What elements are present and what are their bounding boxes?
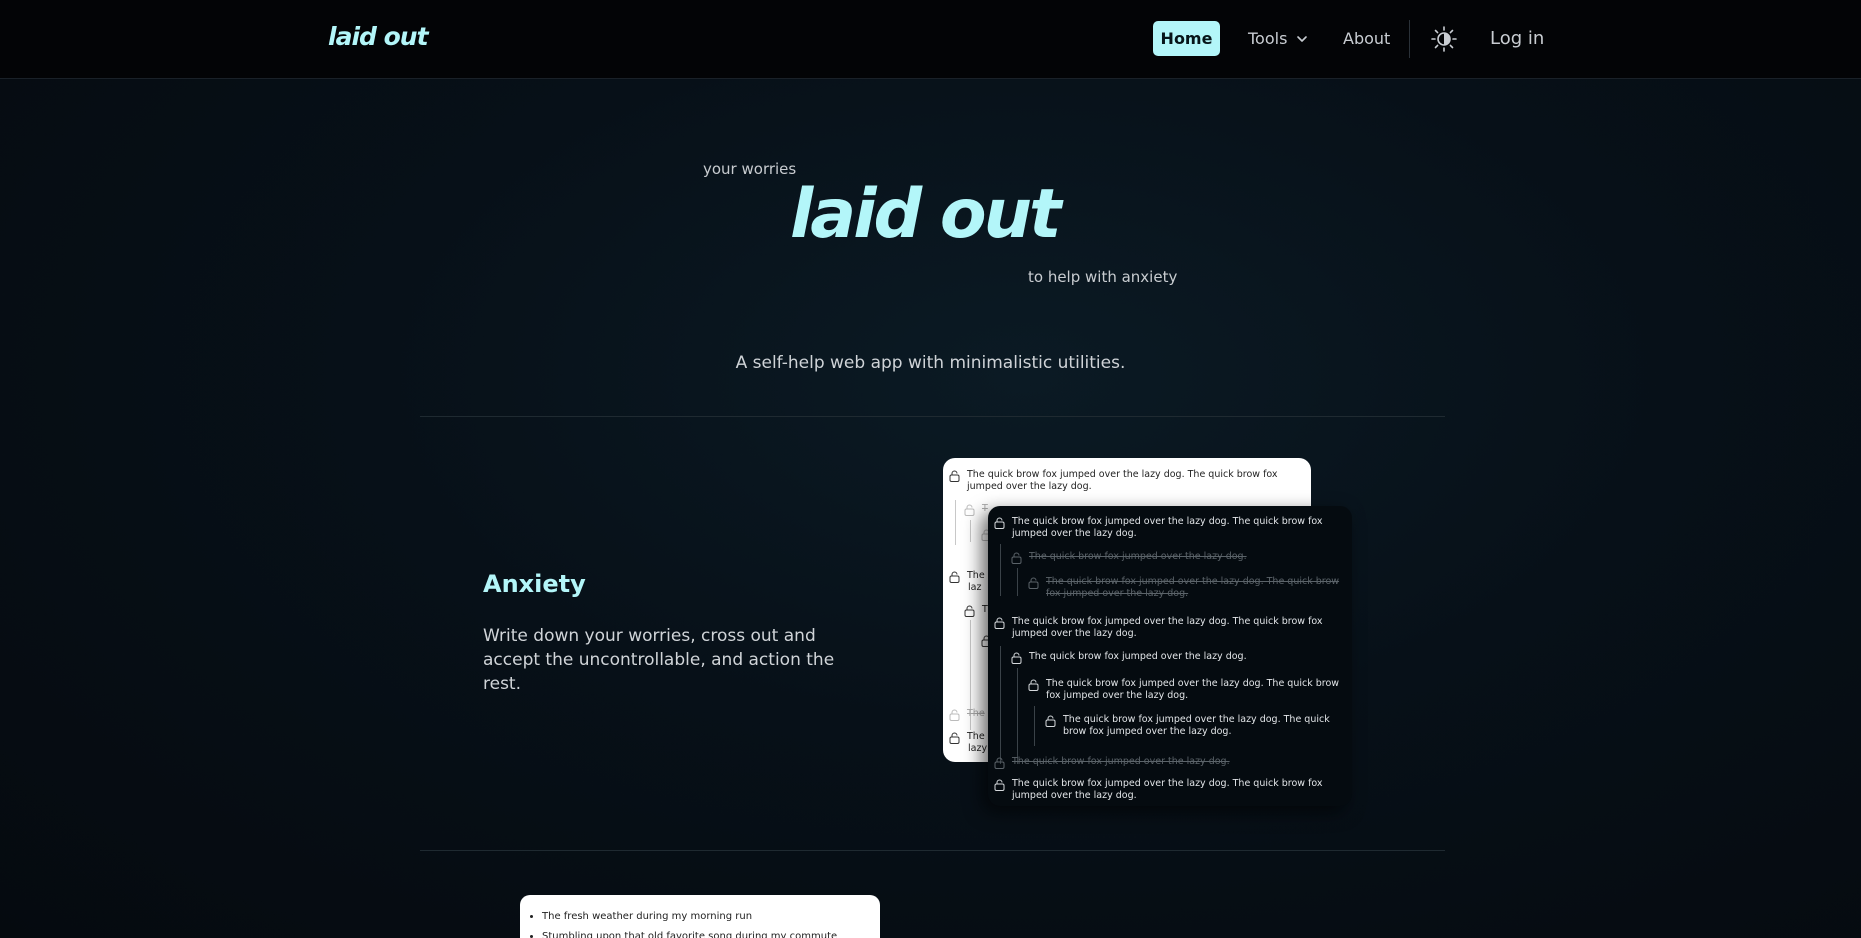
list-item: laz bbox=[968, 582, 982, 593]
section-divider bbox=[420, 416, 1445, 417]
lock-icon bbox=[949, 709, 960, 721]
thread-line bbox=[955, 500, 956, 545]
lock-icon bbox=[1045, 715, 1056, 727]
list-item: The quick brow fox jumped over the lazy … bbox=[1028, 576, 1342, 600]
lock-icon bbox=[949, 470, 960, 482]
mockup-gratitude-card: The fresh weather during my morning run … bbox=[520, 895, 880, 938]
list-item: The quick brow fox jumped over the lazy … bbox=[1011, 651, 1247, 664]
gratitude-list: The fresh weather during my morning run … bbox=[542, 907, 858, 938]
hero-tagline-bottom: to help with anxiety bbox=[1028, 268, 1178, 286]
top-navbar: laid out Home Tools About Log in bbox=[0, 0, 1861, 79]
lock-icon bbox=[994, 517, 1005, 529]
section-divider bbox=[420, 850, 1445, 851]
list-item: T bbox=[964, 604, 988, 617]
login-link[interactable]: Log in bbox=[1490, 21, 1544, 56]
lock-icon bbox=[949, 732, 960, 744]
thread-line bbox=[970, 520, 971, 542]
hero-title: laid out bbox=[790, 175, 1061, 254]
lock-icon bbox=[1028, 679, 1039, 691]
list-item: The quick brow fox jumped over the lazy … bbox=[994, 516, 1338, 540]
lock-icon bbox=[1011, 652, 1022, 664]
brand-logo[interactable]: laid out bbox=[328, 22, 429, 51]
nav-home-button[interactable]: Home bbox=[1153, 21, 1220, 56]
list-item: lazy bbox=[968, 743, 988, 754]
nav-tools-label: Tools bbox=[1248, 29, 1288, 48]
list-item: T bbox=[964, 503, 988, 516]
lock-icon bbox=[964, 504, 975, 516]
list-item: Stumbling upon that old favorite song du… bbox=[542, 927, 858, 938]
nav-tools-dropdown[interactable]: Tools bbox=[1248, 21, 1309, 56]
list-item: The quick brow fox jumped over the lazy … bbox=[949, 469, 1305, 493]
lock-icon bbox=[949, 571, 960, 583]
list-item: The quick brow fox jumped over the lazy … bbox=[1045, 714, 1335, 738]
theme-toggle-icon[interactable] bbox=[1430, 25, 1458, 53]
nav-about-link[interactable]: About bbox=[1343, 21, 1390, 56]
thread-line bbox=[1000, 544, 1001, 596]
nav-divider bbox=[1409, 20, 1410, 58]
thread-line bbox=[1000, 646, 1001, 764]
list-item: The quick brow fox jumped over the lazy … bbox=[1011, 551, 1247, 564]
mockup-dark-card: The quick brow fox jumped over the lazy … bbox=[988, 506, 1352, 806]
list-item: The fresh weather during my morning run bbox=[542, 907, 858, 927]
lock-icon bbox=[1028, 577, 1039, 589]
lock-icon bbox=[994, 757, 1005, 769]
list-item: The bbox=[949, 708, 985, 721]
thread-line bbox=[1034, 706, 1035, 746]
lock-icon bbox=[994, 617, 1005, 629]
hero-tagline-top: your worries bbox=[703, 160, 797, 178]
chevron-down-icon bbox=[1297, 35, 1308, 42]
list-item: The quick brow fox jumped over the lazy … bbox=[1028, 678, 1342, 702]
feature-title: Anxiety bbox=[483, 570, 586, 598]
feature-description: Write down your worries, cross out and a… bbox=[483, 626, 835, 694]
lock-icon bbox=[1011, 552, 1022, 564]
thread-line bbox=[1017, 568, 1018, 596]
list-item: The quick brow fox jumped over the lazy … bbox=[994, 616, 1338, 640]
thread-line bbox=[1017, 668, 1018, 764]
lock-icon bbox=[964, 605, 975, 617]
list-item: The quick brow fox jumped over the lazy … bbox=[994, 778, 1338, 802]
list-item: The quick brow fox jumped over the lazy … bbox=[994, 756, 1230, 769]
lock-icon bbox=[994, 779, 1005, 791]
hero-subtitle: A self-help web app with minimalistic ut… bbox=[735, 353, 1126, 373]
